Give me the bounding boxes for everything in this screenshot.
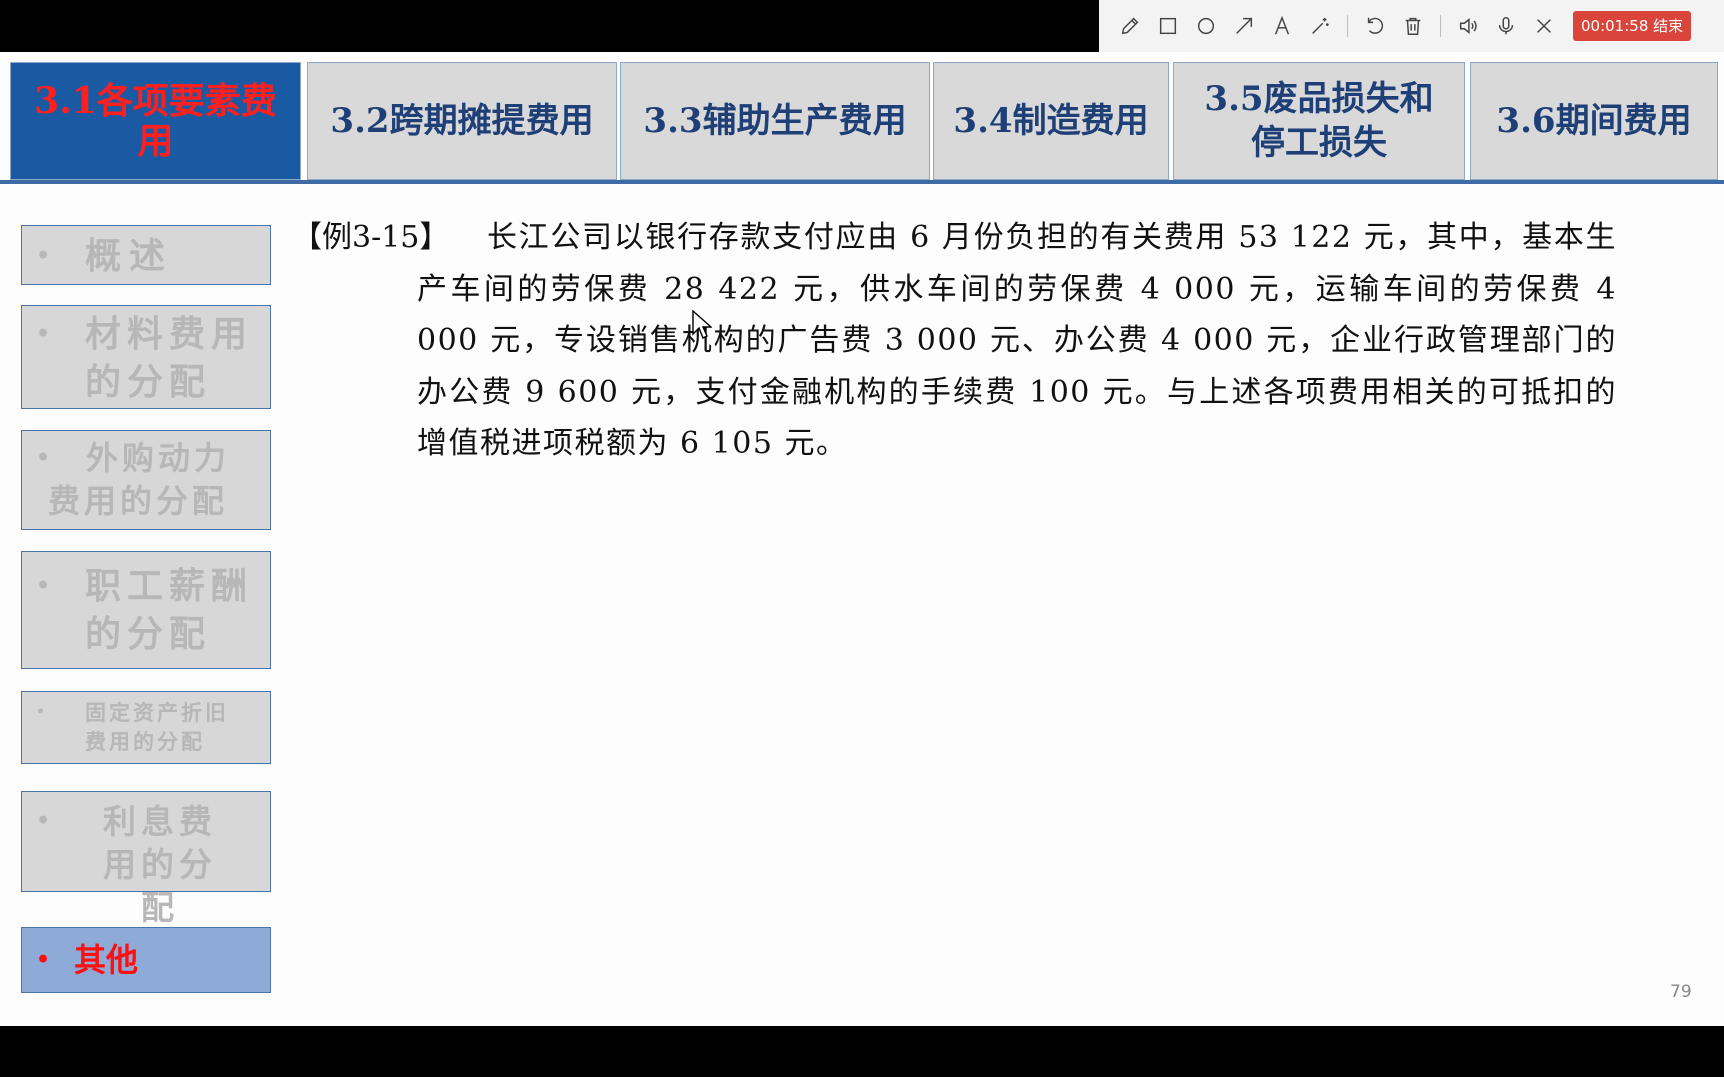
sidebar-item-material-cost[interactable]: • 材料费用的分配 (21, 305, 271, 409)
undo-icon[interactable] (1356, 0, 1394, 52)
tab-3-3[interactable]: 3.3辅助生产费用 (620, 62, 930, 180)
text-icon[interactable] (1263, 0, 1301, 52)
pencil-icon[interactable] (1111, 0, 1149, 52)
slide: 3.1各项要素费用 3.2跨期摊提费用 3.3辅助生产费用 3.4制造费用 3.… (0, 52, 1724, 1026)
speaker-icon[interactable] (1449, 0, 1487, 52)
microphone-icon[interactable] (1487, 0, 1525, 52)
sidebar-item-label: 利息费用的分配 (103, 802, 217, 927)
sidebar-item-label: 材料费用的分配 (85, 313, 254, 403)
sidebar-item-overview[interactable]: • 概述 (21, 225, 271, 285)
circle-icon[interactable] (1187, 0, 1225, 52)
example-text: 长江公司以银行存款支付应由 6 月份负担的有关费用 53 122 元，其中，基本… (417, 220, 1617, 461)
tab-3-6[interactable]: 3.6期间费用 (1470, 62, 1718, 180)
tab-label: 3.5废品损失和停工损失 (1204, 79, 1434, 163)
bullet: • (36, 573, 51, 599)
tab-3-4[interactable]: 3.4制造费用 (933, 62, 1169, 180)
bullet: • (36, 704, 45, 720)
bullet: • (36, 243, 51, 269)
sidebar-item-purchased-power[interactable]: • 外购动力费用的分配 (21, 430, 271, 530)
bottom-black-bar (0, 1026, 1724, 1077)
bullet: • (36, 947, 51, 973)
toolbar-divider (1347, 15, 1348, 37)
sidebar-item-label: 外购动力费用的分配 (48, 439, 231, 520)
sidebar-item-other[interactable]: • 其他 (21, 927, 271, 993)
chapter-tabs: 3.1各项要素费用 3.2跨期摊提费用 3.3辅助生产费用 3.4制造费用 3.… (10, 62, 1718, 180)
sidebar-item-label: 概述 (85, 235, 174, 277)
magic-wand-icon[interactable] (1301, 0, 1339, 52)
end-timer-button[interactable]: 00:01:58 结束 (1573, 11, 1692, 41)
tab-label: 3.4制造费用 (953, 101, 1149, 141)
page-number: 79 (1670, 982, 1692, 1002)
trash-icon[interactable] (1394, 0, 1432, 52)
sidebar-item-depreciation[interactable]: • 固定资产折旧费用的分配 (21, 691, 271, 764)
bullet: • (36, 808, 51, 834)
close-icon[interactable] (1525, 0, 1563, 52)
tab-label: 3.2跨期摊提费用 (330, 101, 594, 141)
tab-label: 3.6期间费用 (1496, 101, 1692, 141)
sidebar-item-label: 固定资产折旧费用的分配 (85, 700, 229, 754)
mouse-cursor-icon (692, 310, 712, 339)
rectangle-icon[interactable] (1149, 0, 1187, 52)
annotation-toolbar: 00:01:58 结束 (1099, 0, 1724, 52)
tab-3-1[interactable]: 3.1各项要素费用 (10, 62, 301, 180)
sidebar-item-payroll[interactable]: • 职工薪酬的分配 (21, 551, 271, 669)
sidebar-item-label: 职工薪酬的分配 (85, 565, 254, 655)
tab-3-5[interactable]: 3.5废品损失和停工损失 (1173, 62, 1465, 180)
tab-underline (0, 180, 1724, 184)
tab-label: 3.3辅助生产费用 (643, 101, 907, 141)
tab-3-2[interactable]: 3.2跨期摊提费用 (307, 62, 617, 180)
tab-label: 3.1各项要素费用 (34, 80, 277, 162)
arrow-icon[interactable] (1225, 0, 1263, 52)
sidebar-item-interest[interactable]: • 利息费用的分配 (21, 791, 271, 927)
bullet: • (36, 321, 51, 347)
sidebar-item-label: 其他 (74, 941, 139, 979)
toolbar-divider (1440, 15, 1441, 37)
